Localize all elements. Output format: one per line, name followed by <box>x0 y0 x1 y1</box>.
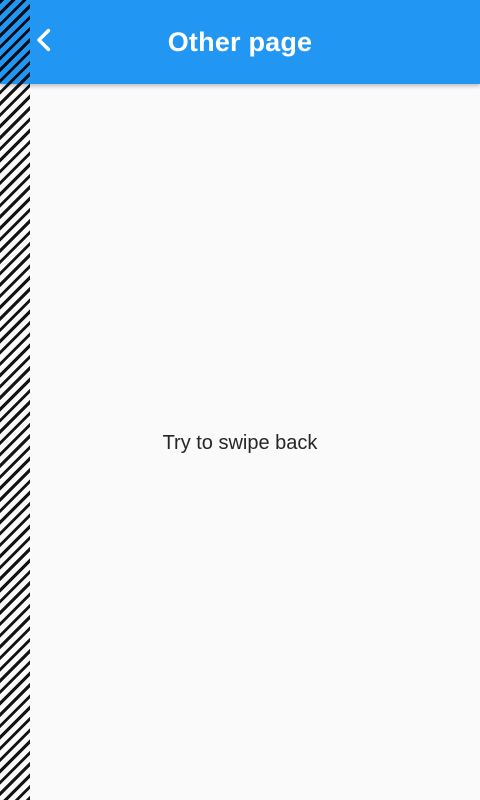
swipe-back-hint: Try to swipe back <box>162 432 318 454</box>
back-swipe-edge[interactable] <box>0 0 30 800</box>
page-title: Other page <box>167 27 313 57</box>
app-bar: Other page <box>0 0 480 84</box>
page-body: Try to swipe back <box>0 84 480 800</box>
screen: Other page Try to swipe back <box>0 0 480 800</box>
